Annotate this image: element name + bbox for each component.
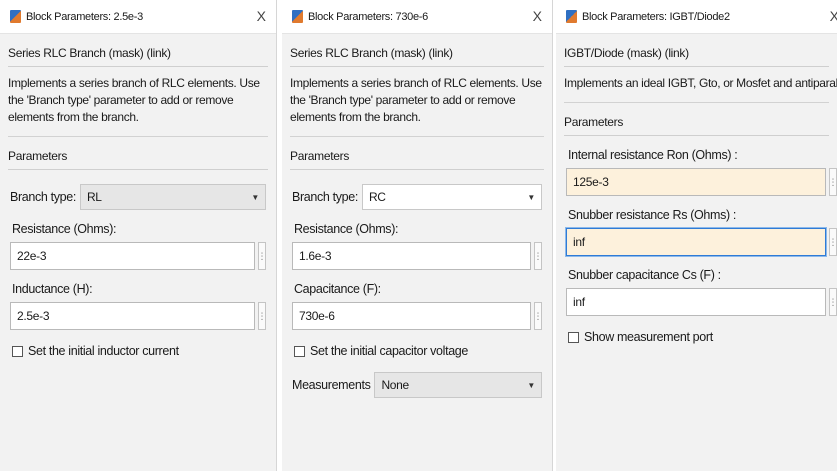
checkbox[interactable] — [12, 345, 23, 357]
divider — [290, 136, 544, 137]
measurements-label: Measurements — [292, 378, 371, 392]
cs-row: inf ⋮ — [566, 288, 837, 316]
ellipsis-vertical-icon[interactable]: ⋮ — [534, 302, 543, 330]
resistance-field[interactable]: 22e-3 — [10, 242, 255, 270]
inductance-label: Inductance (H): — [12, 282, 93, 296]
title-bar: Block Parameters: 730e-6 X — [282, 0, 552, 34]
cs-label: Snubber capacitance Cs (F) : — [568, 268, 721, 282]
branch-type-select[interactable]: RL ▼ — [79, 184, 266, 210]
measurements-row: Measurements None ▼ — [292, 372, 542, 398]
measurements-select[interactable]: None ▼ — [374, 372, 542, 398]
parameters-heading: Parameters — [8, 149, 268, 170]
description-group: IGBT/Diode (mask) (link) Implements an i… — [564, 42, 837, 102]
initial-current-checkbox-row[interactable]: Set the initial inductor current — [12, 344, 264, 358]
initial-voltage-checkbox-row[interactable]: Set the initial capacitor voltage — [294, 344, 540, 358]
branch-type-row: Branch type: RL ▼ — [10, 184, 266, 210]
window-title: Block Parameters: 730e-6 — [308, 10, 428, 23]
branch-type-label: Branch type: — [292, 190, 358, 204]
checkbox-label: Show measurement port — [584, 330, 713, 344]
close-button[interactable]: X — [257, 8, 266, 24]
ron-label: Internal resistance Ron (Ohms) : — [568, 148, 738, 162]
parameters-heading: Parameters — [290, 149, 544, 170]
ellipsis-vertical-icon[interactable]: ⋮ — [258, 242, 267, 270]
mask-header: IGBT/Diode (mask) (link) — [564, 42, 829, 67]
ellipsis-vertical-icon[interactable]: ⋮ — [829, 228, 837, 256]
simulink-block-icon — [292, 10, 303, 23]
checkbox[interactable] — [568, 331, 579, 343]
rs-row: inf ⋮ — [566, 228, 837, 256]
description-group: Series RLC Branch (mask) (link) Implemen… — [8, 42, 268, 136]
ron-row: 125e-3 ⋮ — [566, 168, 837, 196]
inductance-field[interactable]: 2.5e-3 — [10, 302, 255, 330]
mask-header: Series RLC Branch (mask) (link) — [290, 42, 544, 67]
block-parameters-dialog-2: Block Parameters: 730e-6 X Series RLC Br… — [282, 0, 553, 471]
ellipsis-vertical-icon[interactable]: ⋮ — [258, 302, 267, 330]
checkbox-label: Set the initial inductor current — [28, 344, 179, 358]
chevron-down-icon: ▼ — [527, 192, 535, 202]
capacitance-label: Capacitance (F): — [294, 282, 381, 296]
block-parameters-dialog-3: Block Parameters: IGBT/Diode2 X IGBT/Dio… — [556, 0, 837, 471]
ellipsis-vertical-icon[interactable]: ⋮ — [829, 168, 837, 196]
cs-field[interactable]: inf — [566, 288, 826, 316]
ellipsis-vertical-icon[interactable]: ⋮ — [534, 242, 543, 270]
mask-header: Series RLC Branch (mask) (link) — [8, 42, 268, 67]
capacitance-field[interactable]: 730e-6 — [292, 302, 531, 330]
chevron-down-icon: ▼ — [527, 380, 535, 390]
checkbox[interactable] — [294, 345, 305, 357]
resistance-label: Resistance (Ohms): — [294, 222, 399, 236]
resistance-row: 1.6e-3 ⋮ — [292, 242, 543, 270]
branch-type-select[interactable]: RC ▼ — [361, 184, 542, 210]
measurements-value: None — [381, 378, 409, 392]
capacitance-row: 730e-6 ⋮ — [292, 302, 543, 330]
inductance-row: 2.5e-3 ⋮ — [10, 302, 267, 330]
description-group: Series RLC Branch (mask) (link) Implemen… — [290, 42, 544, 136]
resistance-field[interactable]: 1.6e-3 — [292, 242, 531, 270]
resistance-label: Resistance (Ohms): — [12, 222, 117, 236]
checkbox-label: Set the initial capacitor voltage — [310, 344, 468, 358]
rs-label: Snubber resistance Rs (Ohms) : — [568, 208, 737, 222]
simulink-block-icon — [10, 10, 21, 23]
branch-type-row: Branch type: RC ▼ — [292, 184, 542, 210]
mask-description: Implements a series branch of RLC elemen… — [290, 76, 542, 124]
block-parameters-dialog-1: Block Parameters: 2.5e-3 X Series RLC Br… — [0, 0, 277, 471]
simulink-block-icon — [566, 10, 577, 23]
measurement-port-checkbox-row[interactable]: Show measurement port — [568, 330, 825, 344]
close-button[interactable]: X — [830, 8, 837, 24]
window-title: Block Parameters: 2.5e-3 — [26, 10, 143, 23]
resistance-row: 22e-3 ⋮ — [10, 242, 267, 270]
parameters-heading: Parameters — [564, 115, 829, 136]
title-bar: Block Parameters: 2.5e-3 X — [0, 0, 276, 34]
rs-field[interactable]: inf — [566, 228, 826, 256]
divider — [564, 102, 829, 103]
chevron-down-icon: ▼ — [251, 192, 259, 202]
close-button[interactable]: X — [533, 8, 542, 24]
mask-description: Implements an ideal IGBT, Gto, or Mosfet… — [564, 76, 837, 90]
title-bar: Block Parameters: IGBT/Diode2 X — [556, 0, 837, 34]
branch-type-value: RC — [368, 190, 386, 204]
window-title: Block Parameters: IGBT/Diode2 — [582, 10, 730, 23]
ellipsis-vertical-icon[interactable]: ⋮ — [829, 288, 837, 316]
branch-type-value: RL — [86, 190, 102, 204]
mask-description: Implements a series branch of RLC elemen… — [8, 76, 260, 124]
branch-type-label: Branch type: — [10, 190, 76, 204]
ron-field[interactable]: 125e-3 — [566, 168, 826, 196]
divider — [8, 136, 268, 137]
